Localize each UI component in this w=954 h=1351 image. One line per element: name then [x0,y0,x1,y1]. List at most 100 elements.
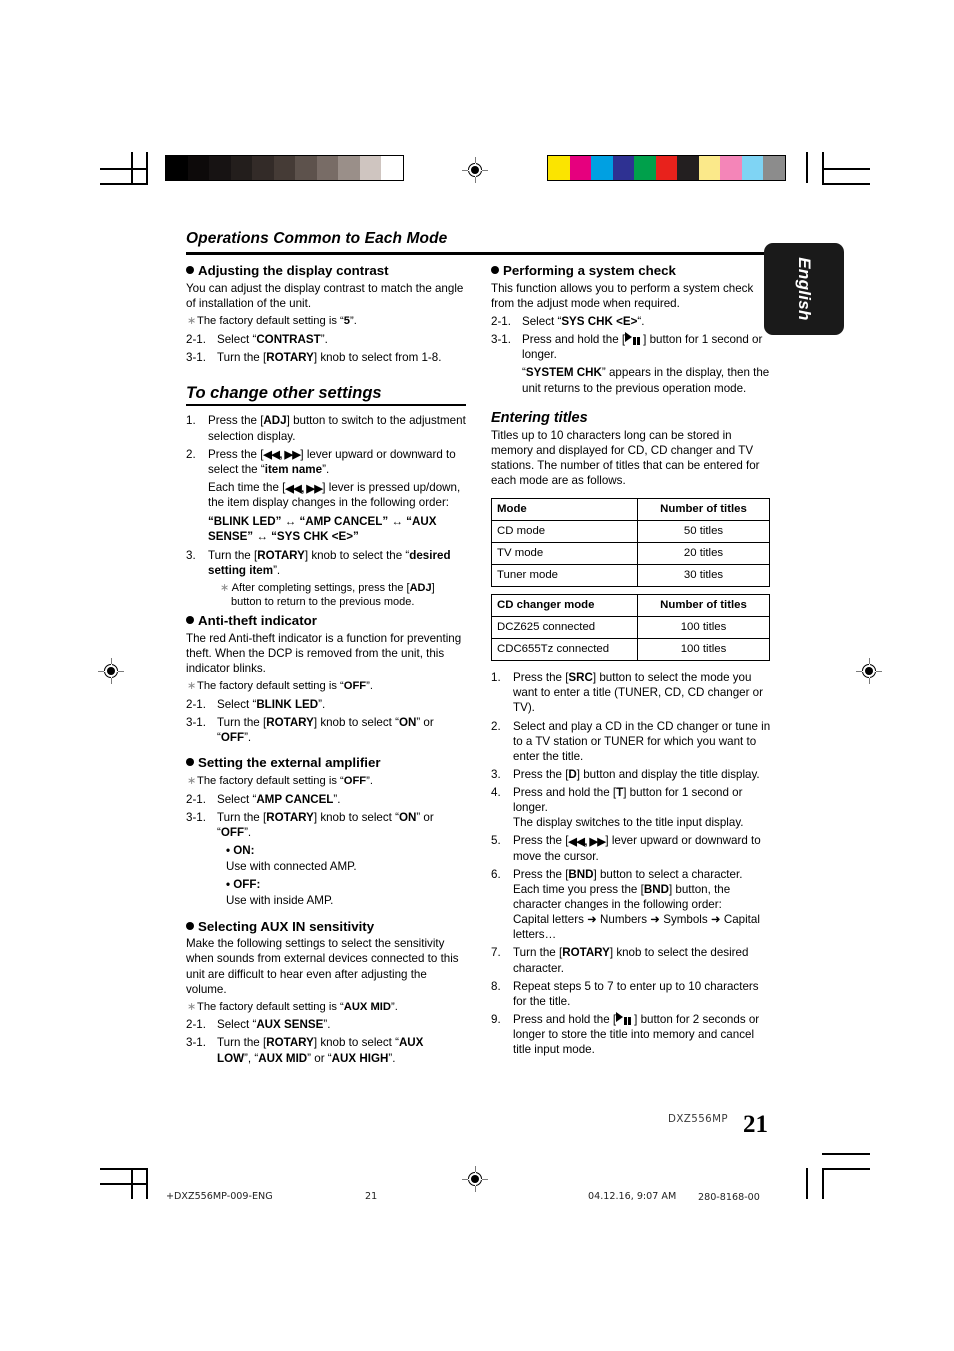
step-external-amp-rotary: 3-1. Turn the [ROTARY] knob to select “O… [186,810,434,839]
section-heading-entering-titles: Entering titles [491,409,588,426]
crop-mark [822,1168,870,1170]
step-external-amp-select: 2-1. Select “AMP CANCEL”. [186,792,341,806]
grayscale-swatch [295,156,317,180]
button-label: BND [568,867,594,881]
step-text: Press and hold the [T] button for 1 seco… [513,785,771,830]
grayscale-calibration-bar [165,155,404,181]
option-off-body: Use with inside AMP. [226,894,334,908]
page-number: 21 [743,1111,768,1138]
color-swatch [698,156,720,180]
step-number: 9. [491,1012,501,1026]
grayscale-swatch [230,156,252,180]
color-swatch [763,156,785,180]
color-swatch [548,156,570,180]
step-text: Press the [D] button and display the tit… [513,767,760,781]
table-cell: CD mode [491,520,638,544]
step-entering-title: 8. Repeat steps 5 to 7 to enter up to 10 … [491,979,771,1009]
crop-mark [100,1183,148,1185]
note-system-chk-display: “SYSTEM CHK” appears in the display, the… [522,366,770,395]
entering-titles-steps: 1. Press the [SRC] button to select the m… [491,670,771,1057]
bullet-dot-icon [186,921,194,930]
step-other-2-continued: Each time the [◀◀, ▶▶] lever is pressed … [208,481,461,510]
grayscale-swatch [359,156,381,180]
note-aux-default: The factory default setting is “AUX MID”… [186,1000,466,1015]
table-row: Tuner mode 30 titles [491,564,770,588]
language-tab-english: English [764,243,844,335]
step-antitheft-rotary: 3-1. Turn the [ROTARY] knob to select “O… [186,716,434,745]
table-title-counts-modes: Mode Number of titles CD mode 50 titles TV m… [491,498,770,588]
step-other-2: 2. Press the [◀◀, ▶▶] lever upward or do… [186,447,456,476]
crop-mark [806,1168,808,1199]
step-entering-title: 1. Press the [SRC] button to select the m… [491,670,771,715]
grayscale-swatch [338,156,360,180]
table-cell: 30 titles [637,564,770,588]
grayscale-swatch [187,156,209,180]
step-antitheft-select: 2-1. Select “BLINK LED”. [186,697,326,711]
document-page: Operations Common to Each Mode English A… [0,0,954,1351]
crop-mark [146,152,148,183]
step-other-3: 3. Turn the [ROTARY] knob to select the … [186,548,451,577]
grayscale-swatch [166,156,188,180]
table-header-row: CD changer mode Number of titles [491,594,770,618]
paragraph-aux-body: Make the following settings to select th… [186,937,459,996]
button-label: ROTARY [562,946,610,960]
section-heading-external-amp: Setting the external amplifier [186,755,466,772]
table-cell: DCZ625 connected [491,616,638,640]
button-label: BND [643,882,669,896]
grayscale-swatch [381,156,403,180]
bullet-dot-icon [186,266,194,274]
note-other-after-completing: ∗ After completing settings, press the [… [220,582,435,609]
print-timestamp: 04.12.16, 9:07 AM [588,1191,677,1202]
note-external-amp-default: The factory default setting is “OFF”. [186,774,466,789]
table-row: DCZ625 connected 100 titles [491,616,770,640]
table-column-header: Number of titles [637,498,770,522]
step-number: 5. [491,834,501,848]
model-name: DXZ556MP [668,1113,728,1125]
paragraph-system-check-body: This function allows you to perform a sy… [491,281,754,310]
color-swatch [612,156,634,180]
section-heading-other-settings: To change other settings [186,383,382,402]
table-cell: CDC655Tz connected [491,638,638,662]
step-text: Press and hold the [] button for 2 secon… [513,1011,760,1057]
lever-icon: ◀◀, ▶▶ [263,449,301,462]
step-entering-title: 3. Press the [D] button and display the t… [491,767,771,782]
note-contrast-default: The factory default setting is “5”. [186,314,466,329]
header-rule [186,252,766,255]
step-entering-title: 9. Press and hold the [] button for 2 sec… [491,1011,771,1057]
crop-mark [822,183,870,185]
page-title: Operations Common to Each Mode [186,230,448,247]
step-system-check-select: 2-1. Select “SYS CHK <E>“. [491,315,645,328]
color-swatch [677,156,699,180]
lever-icon: ◀◀, ▶▶ [568,835,606,848]
step-continued-text: The display switches to the title input … [513,816,744,830]
section-heading-adjusting-contrast: Adjusting the display contrast [186,263,466,280]
option-on-label: ON: [186,843,466,858]
table-cell: 20 titles [637,542,770,566]
step-number: 3. [491,767,501,781]
step-text: Press the [BND] button to select a chara… [513,867,771,943]
lever-icon: ◀◀, ▶▶ [285,482,323,495]
item-display-order: “BLINK LED” ↔ “AMP CANCEL” ↔ “AUX SENSE”… [208,514,437,543]
table-column-header: Mode [491,498,638,522]
step-number: 6. [491,867,501,881]
registration-target-icon [856,658,882,684]
section-heading-aux-sensitivity: Selecting AUX IN sensitivity [186,919,466,936]
step-other-1: 1. Press the [ADJ] button to switch to t… [186,414,466,443]
registration-target-icon [462,1166,488,1192]
table-row: CDC655Tz connected 100 titles [491,638,770,662]
table-cell: 100 titles [637,616,770,640]
registration-target-icon [98,658,124,684]
table-row: TV mode 20 titles [491,542,770,566]
step-number: 2. [491,719,501,733]
right-column: Performing a system check This function … [491,263,771,1060]
step-entering-title: 6. Press the [BND] button to select a cha… [491,867,771,943]
button-label: SRC [568,671,593,685]
grayscale-swatch [316,156,338,180]
option-off-label: OFF: [186,877,466,892]
paragraph-entering-titles-body: Titles up to 10 characters long can be s… [491,428,760,487]
crop-mark [131,152,133,183]
language-tab-label: English [795,257,814,321]
step-aux-select: 2-1. Select “AUX SENSE”. [186,1018,331,1032]
print-code: 280-8168-00 [698,1192,760,1203]
step-entering-title: 4. Press and hold the [T] button for 1 se… [491,785,771,830]
